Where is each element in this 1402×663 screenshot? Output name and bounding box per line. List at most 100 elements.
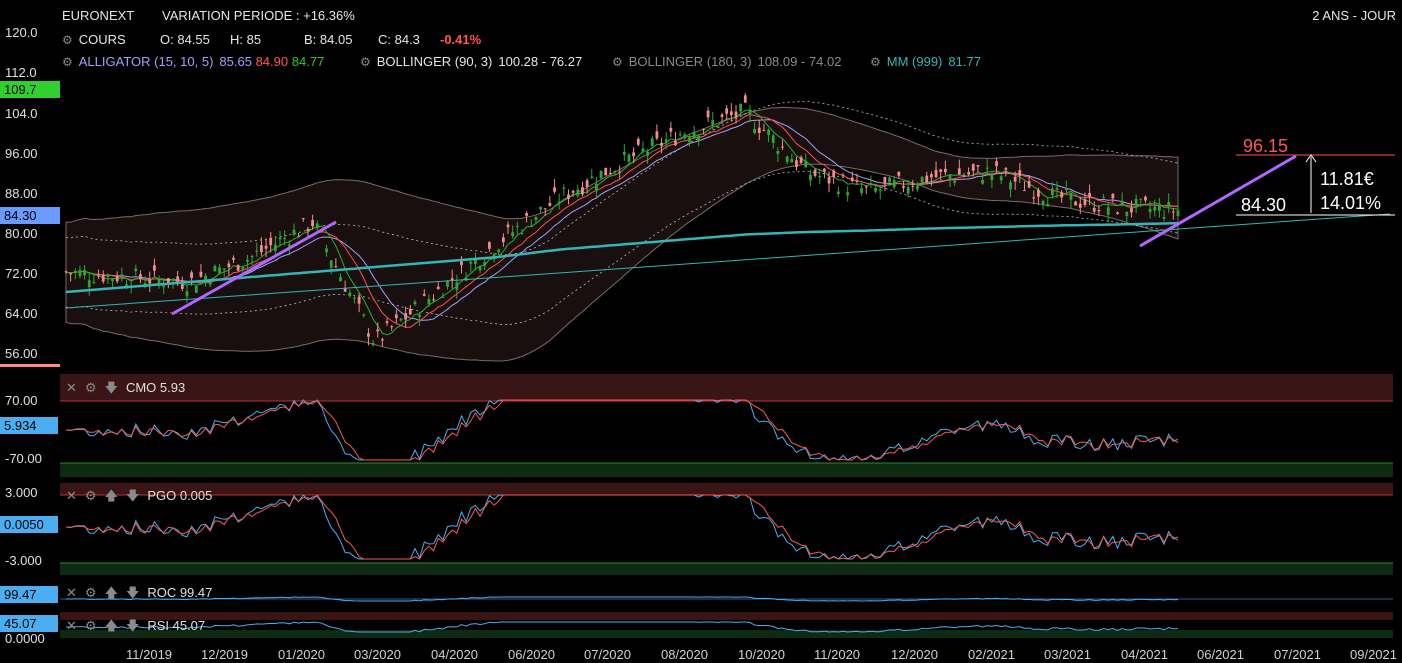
- candle-body: [790, 158, 794, 163]
- arrow-up-icon[interactable]: 🡅: [105, 618, 118, 633]
- pgo-lower-zone: [60, 563, 1393, 575]
- candle-body: [190, 272, 194, 278]
- gear-icon[interactable]: ⚙: [85, 618, 97, 633]
- cmo-controls: ✕ ⚙ 🡇 CMO 5.93: [66, 379, 185, 401]
- candle-body: [390, 326, 394, 328]
- candle-body: [1013, 176, 1017, 182]
- cmo-tag: 5.934: [0, 417, 58, 434]
- rsi-header-bar: [60, 612, 1393, 620]
- bollinger2-legend[interactable]: ⚙ BOLLINGER (180, 3) 108.09 - 74.02: [612, 54, 841, 69]
- candle-body: [622, 151, 626, 155]
- candle-body: [134, 268, 138, 272]
- bollinger-legend[interactable]: ⚙ BOLLINGER (90, 3) 100.28 - 76.27: [360, 54, 582, 69]
- candle-body: [497, 249, 501, 253]
- candle-body: [488, 242, 491, 249]
- close-icon[interactable]: ✕: [66, 488, 77, 503]
- candle-body: [273, 244, 277, 251]
- gear-icon[interactable]: ⚙: [612, 55, 623, 69]
- close-icon[interactable]: ✕: [66, 585, 77, 600]
- rsi-controls: ✕ ⚙ 🡅 🡇 RSI 45.07: [66, 617, 205, 639]
- close-icon[interactable]: ✕: [66, 618, 77, 633]
- candle-body: [1144, 196, 1147, 201]
- gear-icon[interactable]: ⚙: [85, 380, 97, 395]
- candle-body: [404, 313, 408, 320]
- gear-icon[interactable]: ⚙: [85, 585, 97, 600]
- candle-body: [1064, 189, 1068, 191]
- candle-body: [394, 314, 398, 319]
- close-icon[interactable]: ✕: [66, 380, 77, 395]
- roc-controls: ✕ ⚙ 🡅 🡇 ROC 99.47: [66, 584, 212, 606]
- rsi-label: RSI: [147, 618, 169, 633]
- roc-label: ROC: [147, 585, 177, 600]
- candle-body: [795, 160, 798, 167]
- candle-body: [208, 282, 212, 285]
- x-tick: 04/2020: [431, 647, 478, 662]
- candle-body: [804, 161, 808, 168]
- candle-body: [218, 267, 221, 274]
- candle-body: [632, 152, 636, 157]
- alligator-teeth-value: 84.90: [255, 54, 289, 69]
- candle-body: [1097, 210, 1101, 212]
- candle-body: [841, 175, 845, 177]
- pgo-tag: 0.0050: [0, 516, 58, 533]
- candle-body: [478, 266, 482, 271]
- gear-icon[interactable]: ⚙: [870, 55, 881, 69]
- candle-body: [418, 314, 421, 318]
- gear-icon[interactable]: ⚙: [62, 55, 73, 69]
- candle-body: [515, 225, 519, 227]
- candle-body: [902, 186, 905, 188]
- arrow-down-icon[interactable]: 🡇: [126, 488, 139, 503]
- candle-body: [957, 168, 961, 175]
- x-tick: 11/2020: [814, 647, 861, 662]
- exchange-label: EURONEXT: [62, 8, 135, 23]
- y-tick: 56.00: [5, 346, 38, 361]
- candle-body: [985, 167, 989, 169]
- candle-body: [911, 185, 915, 187]
- arrow-up-icon[interactable]: 🡅: [105, 488, 118, 503]
- x-tick: 01/2020: [278, 647, 325, 662]
- candle-body: [1167, 201, 1171, 207]
- candle-body: [1130, 207, 1133, 213]
- candle-body: [506, 224, 510, 228]
- y-tick: 104.0: [5, 106, 38, 121]
- candle-body: [892, 180, 896, 188]
- candle-body: [1171, 211, 1175, 213]
- candle-body: [762, 129, 766, 131]
- arrow-down-icon[interactable]: 🡇: [105, 380, 118, 395]
- candle-body: [222, 268, 226, 270]
- candle-body: [329, 260, 333, 268]
- roc-tag: 99.47: [0, 586, 58, 603]
- mm-label: MM (999): [886, 54, 943, 69]
- x-tick: 07/2021: [1274, 647, 1321, 662]
- candle-body: [748, 110, 752, 114]
- chart-canvas: [60, 92, 1395, 638]
- gear-icon[interactable]: ⚙: [62, 33, 73, 47]
- mm-legend[interactable]: ⚙ MM (999) 81.77: [870, 54, 981, 69]
- arrow-down-icon[interactable]: 🡇: [126, 585, 139, 600]
- candle-body: [962, 175, 966, 177]
- candle-body: [534, 216, 538, 220]
- candle-body: [1139, 198, 1143, 200]
- candle-body: [739, 104, 743, 112]
- candle-body: [646, 151, 649, 156]
- candle-body: [78, 269, 82, 277]
- candle-body: [1157, 204, 1161, 211]
- period-label[interactable]: 2 ANS - JOUR: [1312, 8, 1396, 23]
- alligator-label: ALLIGATOR (15, 10, 5): [78, 54, 214, 69]
- candle-body: [255, 250, 259, 252]
- candle-body: [1134, 198, 1138, 205]
- alligator-legend[interactable]: ⚙ ALLIGATOR (15, 10, 5) 85.65 84.90 84.77: [62, 54, 324, 69]
- candle-body: [101, 274, 105, 282]
- cmo-bottom: -70.00: [5, 451, 42, 466]
- candle-body: [1069, 192, 1073, 200]
- candle-body: [827, 177, 831, 184]
- cmo-line: [65, 399, 1179, 461]
- low-value: B: 84.05: [304, 32, 353, 47]
- candle-body: [999, 176, 1003, 181]
- arrow-up-icon[interactable]: 🡅: [105, 585, 118, 600]
- bollinger2-values: 108.09 - 74.02: [757, 54, 842, 69]
- gear-icon[interactable]: ⚙: [360, 55, 371, 69]
- arrow-down-icon[interactable]: 🡇: [126, 618, 139, 633]
- cours-legend[interactable]: ⚙ COURS: [62, 32, 126, 47]
- gear-icon[interactable]: ⚙: [85, 488, 97, 503]
